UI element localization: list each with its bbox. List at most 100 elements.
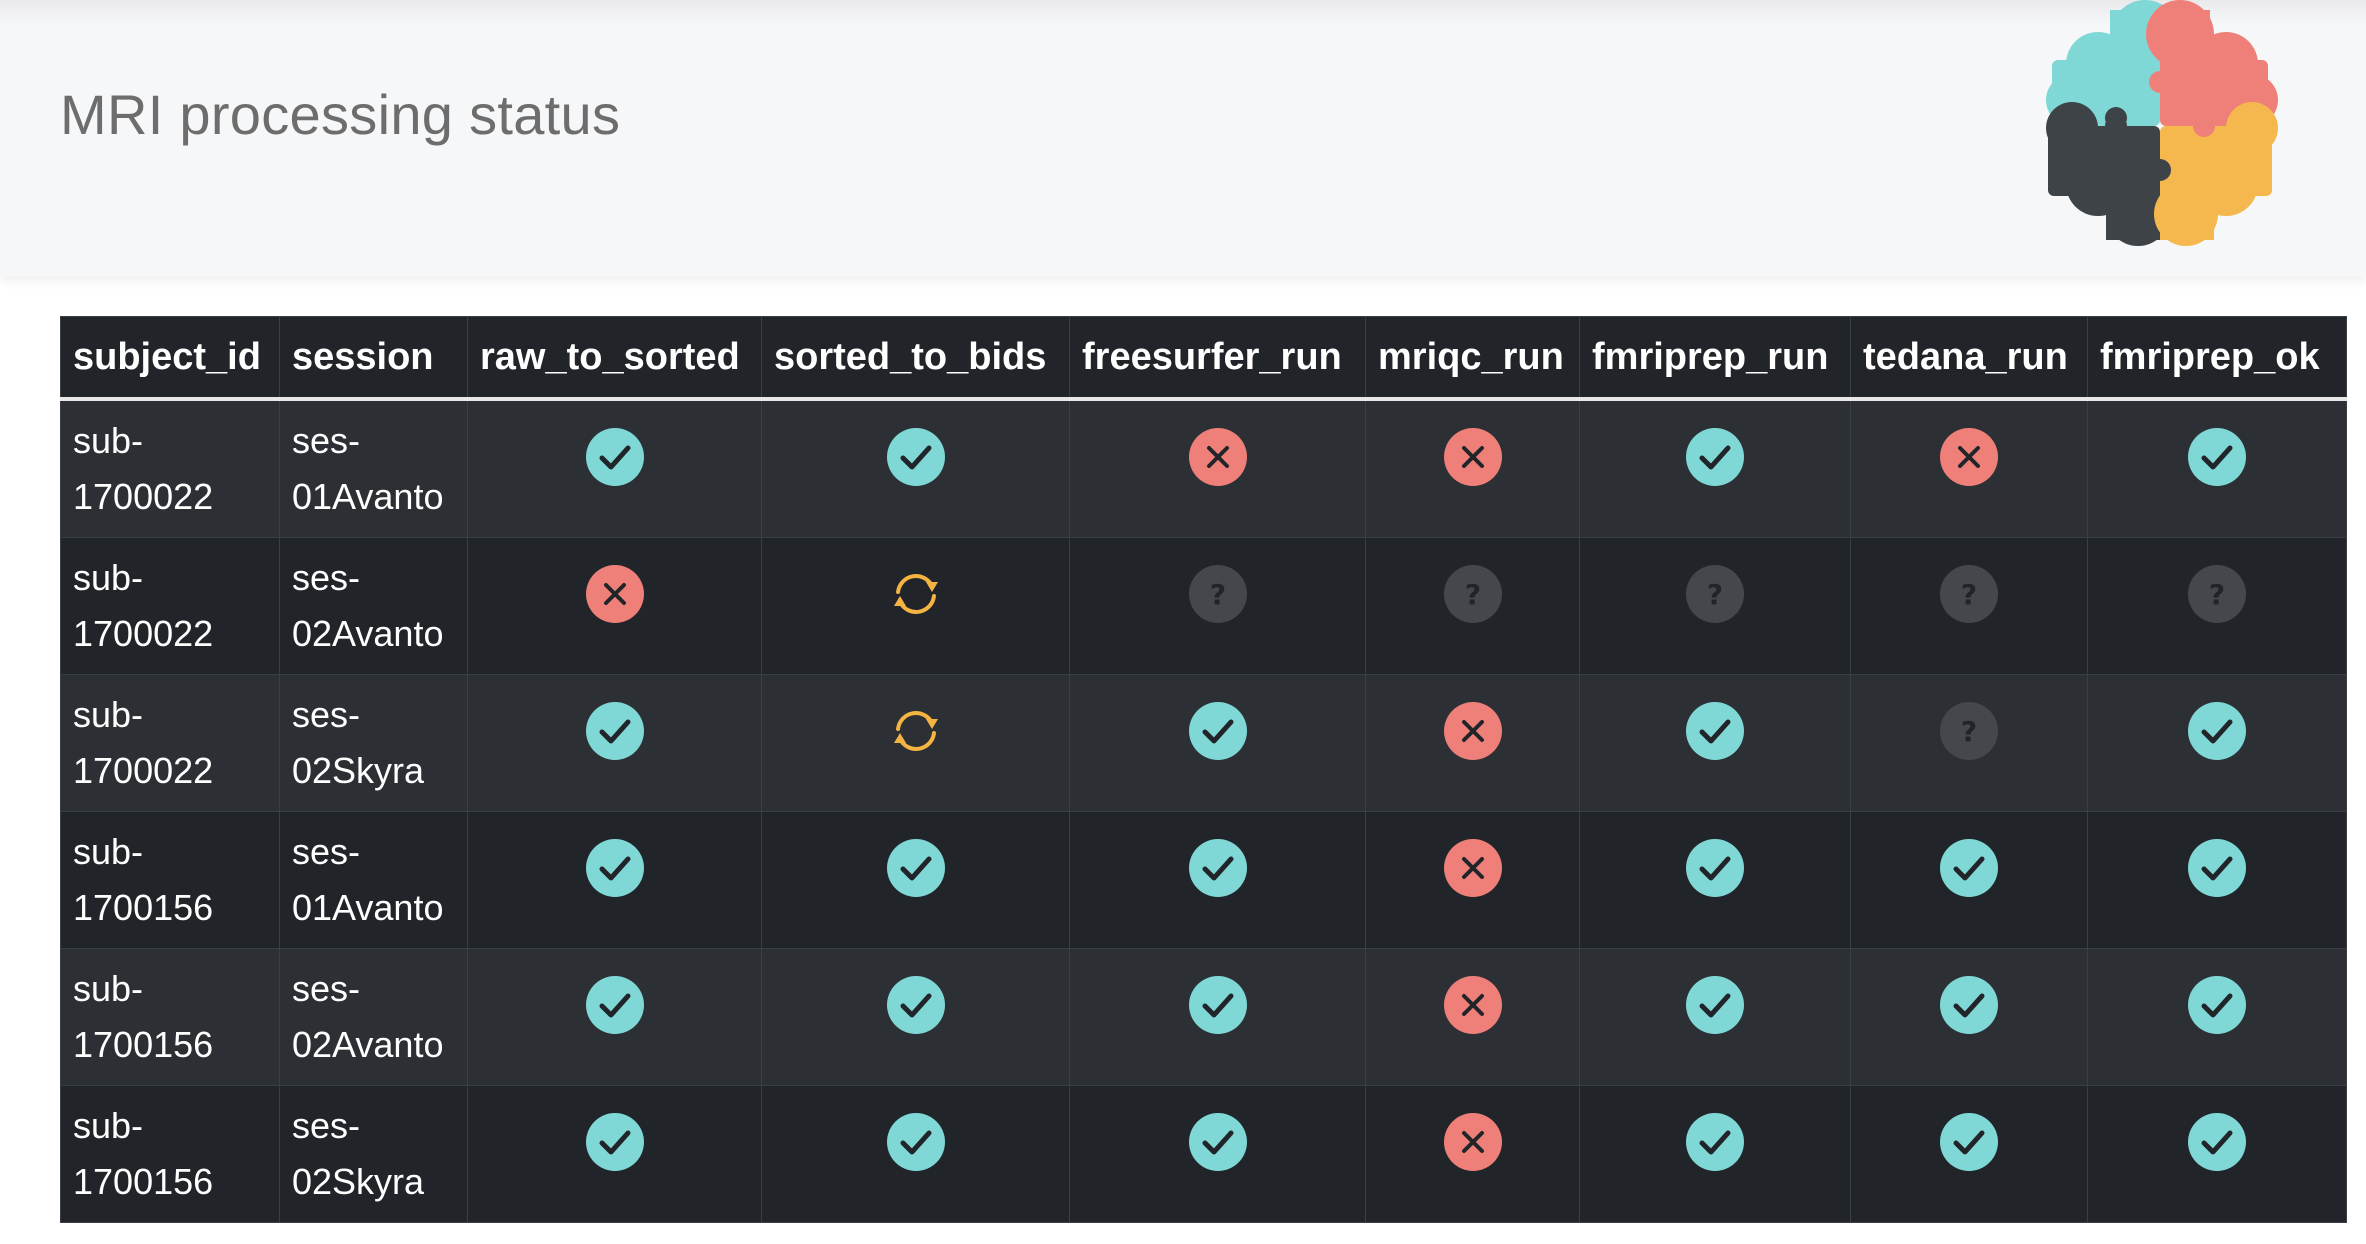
- check-circle-icon: [2187, 1112, 2247, 1172]
- column-header-fmriprep-run[interactable]: fmriprep_run: [1579, 316, 1851, 401]
- session-prefix: ses-: [292, 831, 361, 872]
- subject-id-prefix: sub-: [73, 1105, 144, 1146]
- check-circle-icon: [2187, 975, 2247, 1035]
- table-header-row: subject_id session raw_to_sorted sorted_…: [60, 316, 2347, 401]
- x-circle-icon: [1443, 975, 1503, 1035]
- table-row: sub- 1700022 ses- 02Avanto ? ? ? ? ?: [60, 537, 2347, 675]
- x-circle-icon: [1443, 427, 1503, 487]
- question-circle-icon: ?: [1188, 564, 1248, 624]
- subject-id-prefix: sub-: [73, 420, 144, 461]
- check-circle-icon: [1939, 1112, 1999, 1172]
- subject-id-prefix: sub-: [73, 694, 144, 735]
- status-cell: [1069, 948, 1366, 1086]
- check-circle-icon: [585, 975, 645, 1035]
- session-prefix: ses-: [292, 1105, 361, 1146]
- subject-id-number: 1700156: [73, 1024, 214, 1065]
- subject-id-cell: sub- 1700022: [60, 537, 280, 675]
- status-cell: [1365, 811, 1580, 949]
- status-cell: [467, 948, 762, 1086]
- table-row: sub- 1700156 ses- 02Avanto: [60, 948, 2347, 1086]
- svg-text:?: ?: [1961, 715, 1977, 748]
- status-cell: [467, 537, 762, 675]
- column-header-mriqc-run[interactable]: mriqc_run: [1365, 316, 1580, 401]
- status-cell: [2087, 398, 2347, 538]
- status-cell: [761, 811, 1070, 949]
- x-circle-icon: [585, 564, 645, 624]
- session-cell: ses- 01Avanto: [279, 398, 468, 538]
- status-table-wrapper: subject_id session raw_to_sorted sorted_…: [60, 316, 2347, 1223]
- session-cell: ses- 01Avanto: [279, 811, 468, 949]
- subject-id-number: 1700022: [73, 476, 214, 517]
- status-cell: [761, 398, 1070, 538]
- status-cell: [467, 674, 762, 812]
- status-cell: [761, 674, 1070, 812]
- check-circle-icon: [1685, 427, 1745, 487]
- question-circle-icon: ?: [1939, 564, 1999, 624]
- column-header-freesurfer-run[interactable]: freesurfer_run: [1069, 316, 1366, 401]
- session-name: 01Avanto: [292, 476, 444, 517]
- status-cell: [761, 537, 1070, 675]
- status-cell: [1365, 1085, 1580, 1223]
- subject-id-cell: sub- 1700022: [60, 398, 280, 538]
- status-cell: [2087, 674, 2347, 812]
- svg-text:?: ?: [2209, 578, 2225, 611]
- question-circle-icon: ?: [2187, 564, 2247, 624]
- status-cell: [467, 811, 762, 949]
- svg-text:?: ?: [1209, 578, 1225, 611]
- subject-id-cell: sub- 1700156: [60, 1085, 280, 1223]
- table-row: sub- 1700022 ses- 02Skyra ?: [60, 674, 2347, 812]
- question-circle-icon: ?: [1685, 564, 1745, 624]
- subject-id-number: 1700022: [73, 750, 214, 791]
- check-circle-icon: [1685, 1112, 1745, 1172]
- subject-id-number: 1700156: [73, 887, 214, 928]
- subject-id-number: 1700156: [73, 1161, 214, 1202]
- check-circle-icon: [1939, 838, 1999, 898]
- status-cell: [1365, 398, 1580, 538]
- page: MRI processing status subject_id session…: [0, 0, 2366, 1244]
- subject-id-prefix: sub-: [73, 557, 144, 598]
- status-cell: [2087, 948, 2347, 1086]
- status-cell: [1069, 811, 1366, 949]
- session-name: 02Avanto: [292, 613, 444, 654]
- table-row: sub- 1700156 ses- 02Skyra: [60, 1085, 2347, 1223]
- session-prefix: ses-: [292, 694, 361, 735]
- status-cell: [1069, 674, 1366, 812]
- check-circle-icon: [886, 427, 946, 487]
- table-body: sub- 1700022 ses- 01Avanto sub- 1700022 ses…: [60, 398, 2347, 1223]
- x-circle-icon: [1443, 701, 1503, 761]
- subject-id-cell: sub- 1700022: [60, 674, 280, 812]
- column-header-raw-to-sorted[interactable]: raw_to_sorted: [467, 316, 762, 401]
- status-cell: [1850, 1085, 2088, 1223]
- status-cell: [761, 948, 1070, 1086]
- session-cell: ses- 02Avanto: [279, 948, 468, 1086]
- status-cell: [1365, 674, 1580, 812]
- svg-text:?: ?: [1961, 578, 1977, 611]
- check-circle-icon: [886, 1112, 946, 1172]
- check-circle-icon: [1188, 701, 1248, 761]
- session-prefix: ses-: [292, 420, 361, 461]
- x-circle-icon: [1443, 838, 1503, 898]
- status-cell: [467, 398, 762, 538]
- check-circle-icon: [1685, 701, 1745, 761]
- check-circle-icon: [2187, 427, 2247, 487]
- check-circle-icon: [1188, 838, 1248, 898]
- svg-text:?: ?: [1464, 578, 1480, 611]
- check-circle-icon: [585, 1112, 645, 1172]
- sync-arrows-icon: [886, 564, 946, 624]
- status-cell: [2087, 811, 2347, 949]
- session-name: 02Skyra: [292, 750, 425, 791]
- session-cell: ses- 02Skyra: [279, 1085, 468, 1223]
- column-header-sorted-to-bids[interactable]: sorted_to_bids: [761, 316, 1070, 401]
- column-header-tedana-run[interactable]: tedana_run: [1850, 316, 2088, 401]
- check-circle-icon: [2187, 701, 2247, 761]
- page-title: MRI processing status: [60, 83, 621, 146]
- column-header-subject-id[interactable]: subject_id: [60, 316, 280, 401]
- table-row: sub- 1700156 ses- 01Avanto: [60, 811, 2347, 949]
- status-cell: [1850, 398, 2088, 538]
- column-header-fmriprep-ok[interactable]: fmriprep_ok: [2087, 316, 2347, 401]
- status-cell: [761, 1085, 1070, 1223]
- check-circle-icon: [1685, 838, 1745, 898]
- column-header-session[interactable]: session: [279, 316, 468, 401]
- subject-id-prefix: sub-: [73, 968, 144, 1009]
- status-cell: ?: [1579, 537, 1851, 675]
